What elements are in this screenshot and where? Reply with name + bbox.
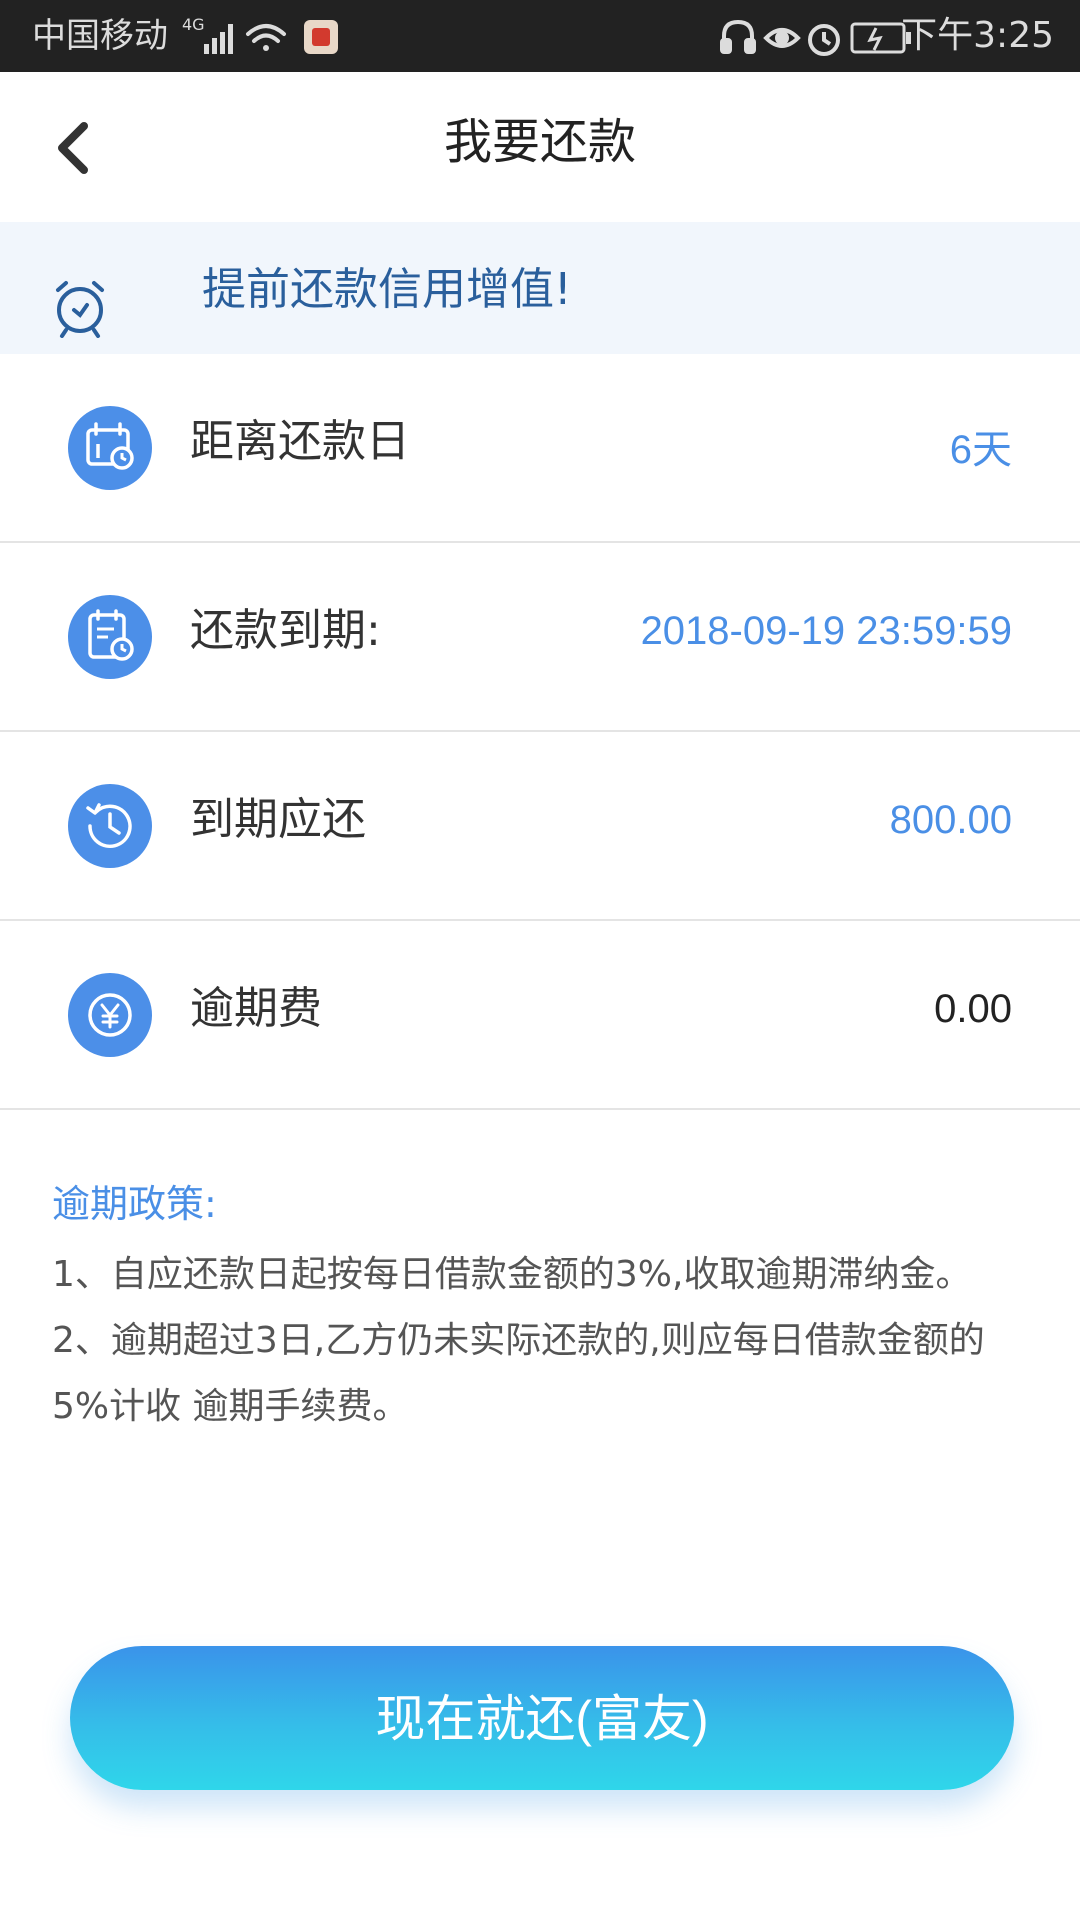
yen-icon <box>68 973 152 1057</box>
overdue-policy: 逾期政策: 1、自应还款日起按每日借款金额的3%,收取逾期滞纳金。 2、逾期超过… <box>52 1176 1012 1440</box>
status-bar: 中国移动 4G 下午3:25 <box>0 0 1080 72</box>
row-label: 逾期费 <box>190 983 322 1034</box>
overdue-fee-value: 0.00 <box>934 987 1012 1031</box>
row-label: 还款到期: <box>190 605 381 656</box>
system-icons <box>720 19 911 56</box>
carrier-name: 中国移动 <box>32 16 168 56</box>
signal-icon <box>204 24 233 54</box>
page-title: 我要还款 <box>443 114 636 170</box>
eye-icon <box>763 28 801 48</box>
row-amount-due: 到期应还 800.00 <box>0 732 1080 921</box>
alarm-clock-icon <box>56 281 104 338</box>
policy-title: 逾期政策: <box>52 1182 217 1226</box>
tip-text: 提前还款信用增值! <box>202 264 572 315</box>
repayment-screen: 中国移动 4G 下午3:25 我要还款 提前还款信用增值! 距离还款日 6天 还… <box>0 0 1080 1920</box>
amount-due-value: 800.00 <box>889 798 1012 842</box>
calendar-icon <box>68 406 152 490</box>
app-header: 我要还款 <box>0 72 1080 222</box>
clock: 下午3:25 <box>901 15 1054 56</box>
row-overdue-fee: 逾期费 0.00 <box>0 921 1080 1110</box>
tip-banner: 提前还款信用增值! <box>0 222 1080 354</box>
pay-now-button[interactable]: 现在就还(富友) <box>70 1646 1014 1790</box>
due-date-value: 2018-09-19 23:59:59 <box>640 609 1012 653</box>
repayment-info-list: 距离还款日 6天 还款到期: 2018-09-19 23:59:59 到期应还 … <box>0 354 1080 1110</box>
policy-item: 2、逾期超过3日,乙方仍未实际还款的,则应每日借款金额的5%计收 逾期手续费。 <box>52 1320 985 1427</box>
row-days-to-due: 距离还款日 6天 <box>0 354 1080 543</box>
days-to-due-value: 6天 <box>949 428 1012 472</box>
network-type-label: 4G <box>182 15 205 34</box>
signal-wifi-icons: 4G <box>182 15 338 54</box>
row-due-date: 还款到期: 2018-09-19 23:59:59 <box>0 543 1080 732</box>
due-date-icon <box>68 595 152 679</box>
headphone-icon <box>720 19 756 54</box>
app-notification-icon <box>304 20 338 54</box>
history-clock-icon <box>68 784 152 868</box>
back-arrow-icon[interactable] <box>40 112 110 182</box>
policy-item: 1、自应还款日起按每日借款金额的3%,收取逾期滞纳金。 <box>52 1254 972 1295</box>
row-label: 距离还款日 <box>190 416 410 467</box>
row-label: 到期应还 <box>190 794 366 845</box>
wifi-icon <box>246 24 286 51</box>
alarm-icon <box>808 24 840 56</box>
